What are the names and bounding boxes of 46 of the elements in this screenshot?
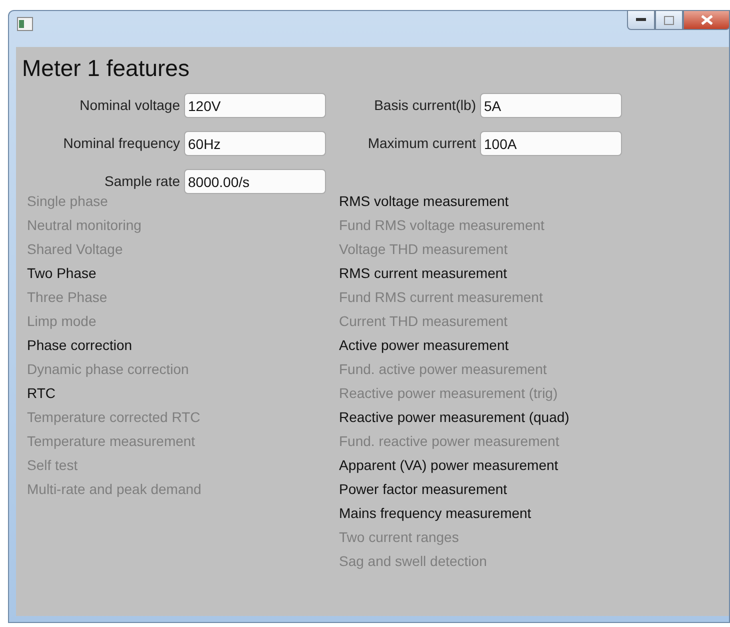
input-field[interactable]: 5A (480, 93, 622, 118)
feature-label: Temperature corrected RTC (27, 408, 202, 427)
feature-label: Two Phase (27, 264, 98, 283)
feature-label: Fund RMS voltage measurement (339, 216, 546, 235)
feature-label: RMS voltage measurement (339, 192, 510, 211)
feature-label: Three Phase (27, 288, 108, 307)
feature-label: Multi-rate and peak demand (27, 480, 202, 499)
minimize-icon (636, 18, 646, 22)
close-icon (700, 15, 712, 25)
feature-label: RMS current measurement (339, 264, 508, 283)
feature-label: Active power measurement (339, 336, 510, 355)
field-label: Maximum current (368, 134, 476, 154)
input-field[interactable]: 8000.00/s (184, 169, 326, 194)
feature-label: Current THD measurement (339, 312, 509, 331)
input-field[interactable]: 60Hz (184, 131, 326, 156)
feature-label: Voltage THD measurement (339, 240, 509, 259)
feature-label: Apparent (VA) power measurement (339, 456, 560, 475)
feature-label: Dynamic phase correction (27, 360, 190, 379)
feature-label: Fund. reactive power measurement (339, 432, 560, 451)
input-field[interactable]: 100A (480, 131, 622, 156)
feature-label: Sag and swell detection (339, 552, 488, 571)
feature-label: Neutral monitoring (27, 216, 142, 235)
close-button[interactable] (683, 10, 730, 30)
feature-label: Temperature measurement (27, 432, 196, 451)
app-icon (17, 17, 33, 31)
field-label: Nominal frequency (63, 134, 180, 154)
feature-label: Single phase (27, 192, 109, 211)
heading: Meter 1 features (22, 55, 190, 83)
feature-label: Power factor measurement (339, 480, 508, 499)
field-label: Basis current(lb) (374, 96, 476, 116)
maximize-icon (664, 16, 674, 24)
feature-label: Mains frequency measurement (339, 504, 532, 523)
feature-label: Phase correction (27, 336, 134, 355)
feature-label: Reactive power measurement (quad) (339, 408, 570, 427)
field-label: Sample rate (104, 172, 180, 192)
feature-label: RTC (27, 384, 57, 403)
input-field[interactable]: 120V (184, 93, 326, 118)
feature-label: Reactive power measurement (trig) (339, 384, 559, 403)
feature-label: Limp mode (27, 312, 98, 331)
feature-label: Self test (27, 456, 79, 475)
feature-label: Fund. active power measurement (339, 360, 548, 379)
feature-label: Fund RMS current measurement (339, 288, 544, 307)
minimize-button[interactable] (627, 10, 655, 30)
field-label: Nominal voltage (80, 96, 180, 116)
feature-label: Two current ranges (339, 528, 460, 547)
feature-label: Shared Voltage (27, 240, 124, 259)
